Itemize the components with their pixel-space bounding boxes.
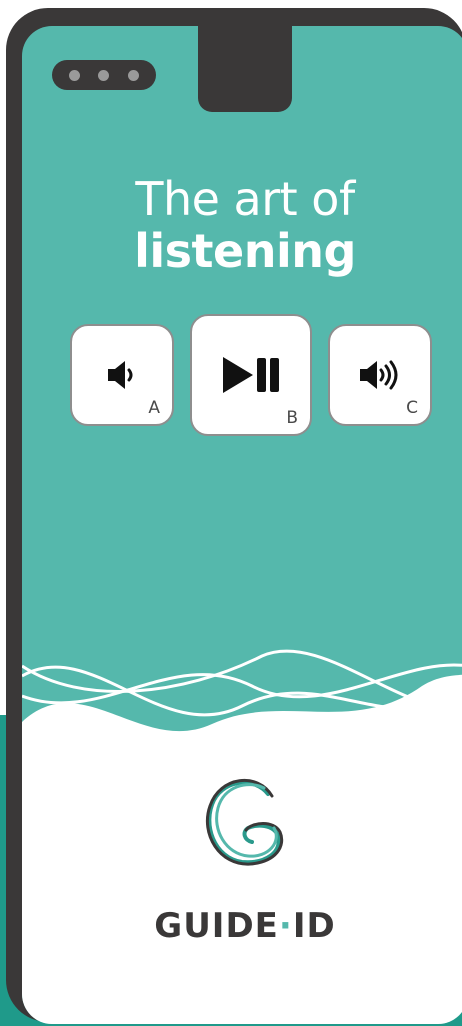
volume-high-icon [360, 360, 398, 390]
brand-name-left: GUIDE [154, 906, 279, 946]
headline-line-2: listening [134, 224, 356, 278]
guide-id-logo [205, 779, 283, 866]
headline: The art of listening [22, 172, 462, 276]
button-letter-c: C [406, 398, 418, 418]
play-pause-icon [223, 357, 279, 393]
brand-name-right: ID [292, 906, 336, 946]
speaker-dot [127, 69, 139, 81]
volume-up-button[interactable]: C [328, 324, 432, 426]
volume-low-icon [108, 361, 133, 389]
speaker-grille [52, 60, 156, 90]
phone-notch [198, 26, 292, 112]
phone-device-frame: The art of listening A B C GUIDE·ID [6, 8, 462, 1024]
speaker-dot [98, 69, 110, 81]
speaker-dot [69, 69, 81, 81]
button-letter-b: B [286, 408, 298, 428]
volume-down-button[interactable]: A [70, 324, 174, 426]
page: The art of listening A B C GUIDE·ID [0, 0, 462, 1026]
headline-line-1: The art of [135, 172, 355, 226]
play-pause-button[interactable]: B [190, 314, 312, 436]
brand-wordmark: GUIDE·ID [22, 906, 462, 946]
brand-separator: · [278, 906, 293, 946]
phone-screen: The art of listening A B C GUIDE·ID [22, 26, 462, 1024]
button-letter-a: A [148, 398, 160, 418]
